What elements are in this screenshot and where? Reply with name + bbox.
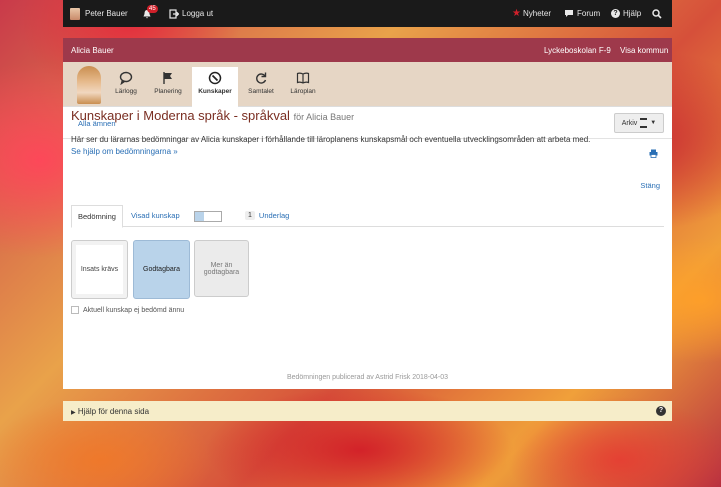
- tab-bedomning[interactable]: Bedömning: [71, 205, 123, 228]
- level-label: Godtagbara: [143, 266, 180, 273]
- not-assessed-option[interactable]: Aktuell kunskap ej bedömd ännu: [71, 306, 184, 314]
- evidence-count: 1: [245, 210, 255, 220]
- tab-visad-kunskap[interactable]: Visad kunskap: [131, 205, 180, 225]
- tab-label: Visad kunskap: [131, 210, 180, 220]
- content-area: Kunskaper i Moderna språk - språkval för…: [63, 0, 672, 389]
- published-by: Bedömningen publicerad av Astrid Frisk 2…: [286, 374, 449, 381]
- checkbox[interactable]: [71, 306, 79, 314]
- tab-underlag[interactable]: 1 Underlag: [245, 205, 289, 225]
- tab-label: Bedömning: [78, 212, 116, 221]
- help-toggle[interactable]: ▶ Hjälp för denna sida: [71, 407, 149, 416]
- caret-right-icon: ▶: [71, 410, 76, 416]
- level-godtagbara[interactable]: Godtagbara: [133, 240, 190, 299]
- title-for: för Alicia Bauer: [293, 112, 355, 122]
- page-help-bar[interactable]: ▶ Hjälp för denna sida ?: [63, 401, 672, 421]
- help-bar-label: Hjälp för denna sida: [77, 407, 150, 416]
- toggle-knob: [195, 212, 204, 221]
- title-text: Kunskaper i Moderna språk - språkval: [71, 108, 290, 123]
- close-link[interactable]: Stäng: [640, 181, 660, 190]
- assessment-tabs: Bedömning Visad kunskap 1 Underlag: [71, 205, 664, 228]
- tab-label: Underlag: [258, 210, 290, 220]
- level-label: Insats krävs: [80, 266, 119, 273]
- question-circle-icon[interactable]: ?: [656, 406, 666, 416]
- level-mer-an-godtagbara[interactable]: Mer än godtagbara: [194, 240, 249, 297]
- assessment-help-link[interactable]: Se hjälp om bedömningarna »: [71, 146, 661, 158]
- level-insats-kravs[interactable]: Insats krävs: [71, 240, 128, 299]
- knowledge-toggle[interactable]: [194, 211, 222, 222]
- description: Här ser du lärarnas bedömningar av Alici…: [71, 134, 661, 158]
- not-assessed-label: Aktuell kunskap ej bedömd ännu: [83, 306, 185, 314]
- page-title: Kunskaper i Moderna språk - språkval för…: [71, 108, 354, 123]
- description-text: Här ser du lärarnas bedömningar av Alici…: [71, 135, 591, 144]
- level-label: Mer än godtagbara: [203, 261, 240, 276]
